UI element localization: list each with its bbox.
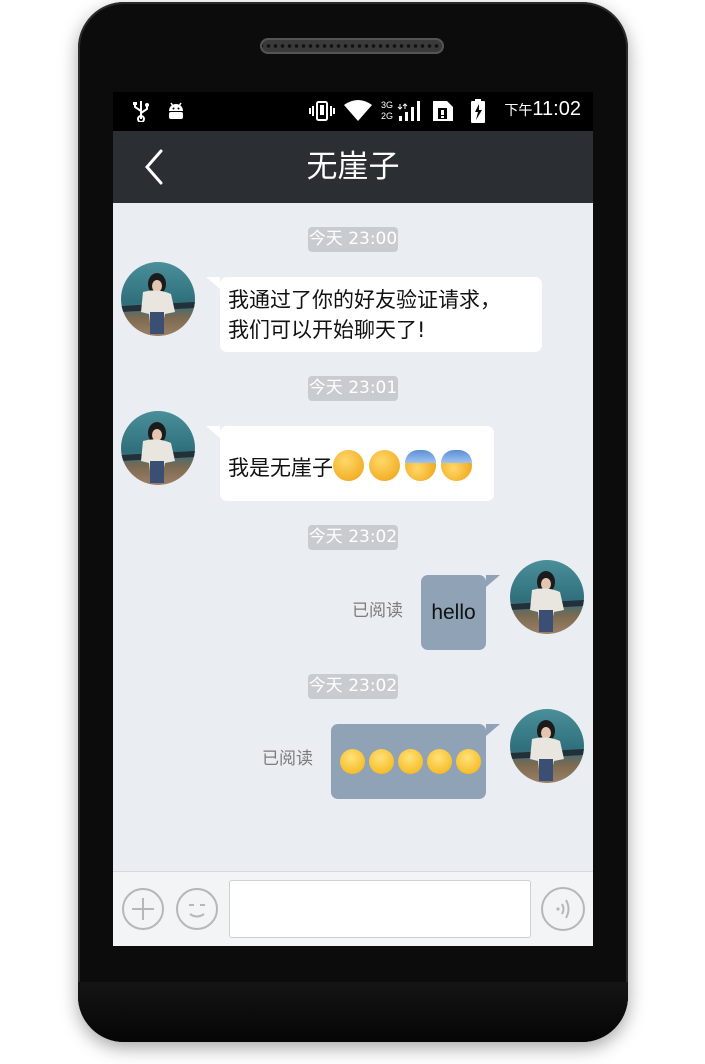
input-bar <box>113 871 593 946</box>
message-text: hello <box>431 601 476 624</box>
vibrate-icon <box>309 100 335 122</box>
message-text: 我通过了你的好友验证请求， 我们可以开始聊天了! <box>228 285 501 345</box>
timestamp-badge: 今天 23:01 <box>308 376 398 401</box>
android-debug-icon <box>165 100 187 122</box>
read-receipt: 已阅读 <box>352 601 403 621</box>
network-3g-label: 3G <box>381 100 394 110</box>
tongue-emoji <box>398 749 423 774</box>
plus-icon[interactable] <box>122 888 164 930</box>
avatar[interactable] <box>510 709 584 783</box>
battery-charging-icon <box>471 99 485 123</box>
usb-icon <box>131 100 151 122</box>
message-line: 我通过了你的好友验证请求， <box>228 288 501 312</box>
avatar[interactable] <box>121 262 195 336</box>
tongue-emoji <box>427 749 452 774</box>
fearful-emoji <box>405 450 436 481</box>
incoming-message-bubble[interactable]: 我通过了你的好友验证请求， 我们可以开始聊天了! <box>206 277 542 352</box>
read-receipt: 已阅读 <box>262 749 313 769</box>
wifi-icon <box>344 100 372 122</box>
message-line: 我是无崖子 <box>228 456 333 480</box>
message-line: 我们可以开始聊天了! <box>228 318 426 342</box>
sim-icon <box>431 100 455 122</box>
kiss-emoji <box>369 749 394 774</box>
voice-icon[interactable] <box>541 887 585 931</box>
smirk-emoji <box>333 450 364 481</box>
outgoing-message-bubble[interactable]: hello <box>421 575 500 650</box>
timestamp-badge: 今天 23:00 <box>308 227 398 252</box>
chat-area[interactable]: 今天 23:00 我通过了你的好友验证请求， 我们可以开始聊天了! 今天 23:… <box>113 203 593 871</box>
emoji-message <box>340 749 485 774</box>
smirk-emoji <box>369 450 400 481</box>
kiss-emoji <box>340 749 365 774</box>
timestamp-badge: 今天 23:02 <box>308 525 398 550</box>
emoji-face-icon[interactable] <box>176 888 218 930</box>
title-bar: 无崖子 <box>113 131 593 203</box>
network-2g-label: 2G <box>381 111 394 121</box>
phone-speaker <box>260 38 444 54</box>
wink-emoji <box>456 749 481 774</box>
incoming-message-bubble[interactable]: 我是无崖子 <box>206 426 494 501</box>
avatar[interactable] <box>510 560 584 634</box>
message-input[interactable] <box>229 880 531 938</box>
phone-chin <box>78 982 628 1042</box>
outgoing-message-bubble[interactable] <box>331 724 500 799</box>
timestamp-badge: 今天 23:02 <box>308 674 398 699</box>
message-text: 我是无崖子 <box>228 450 477 483</box>
chat-title: 无崖子 <box>306 149 400 185</box>
status-time: 下午11:02 <box>504 98 581 121</box>
mobile-data-icon: 3G 2G <box>381 100 427 122</box>
status-ampm: 下午 <box>504 102 533 118</box>
status-clock: 11:02 <box>532 98 581 120</box>
status-bar: 3G 2G 下午11:02 <box>113 92 593 131</box>
fearful-emoji <box>441 450 472 481</box>
avatar[interactable] <box>121 411 195 485</box>
screen: 3G 2G 下午11:02 无崖子 今天 23:00 我通过了你的好友验证请求， <box>113 92 593 946</box>
